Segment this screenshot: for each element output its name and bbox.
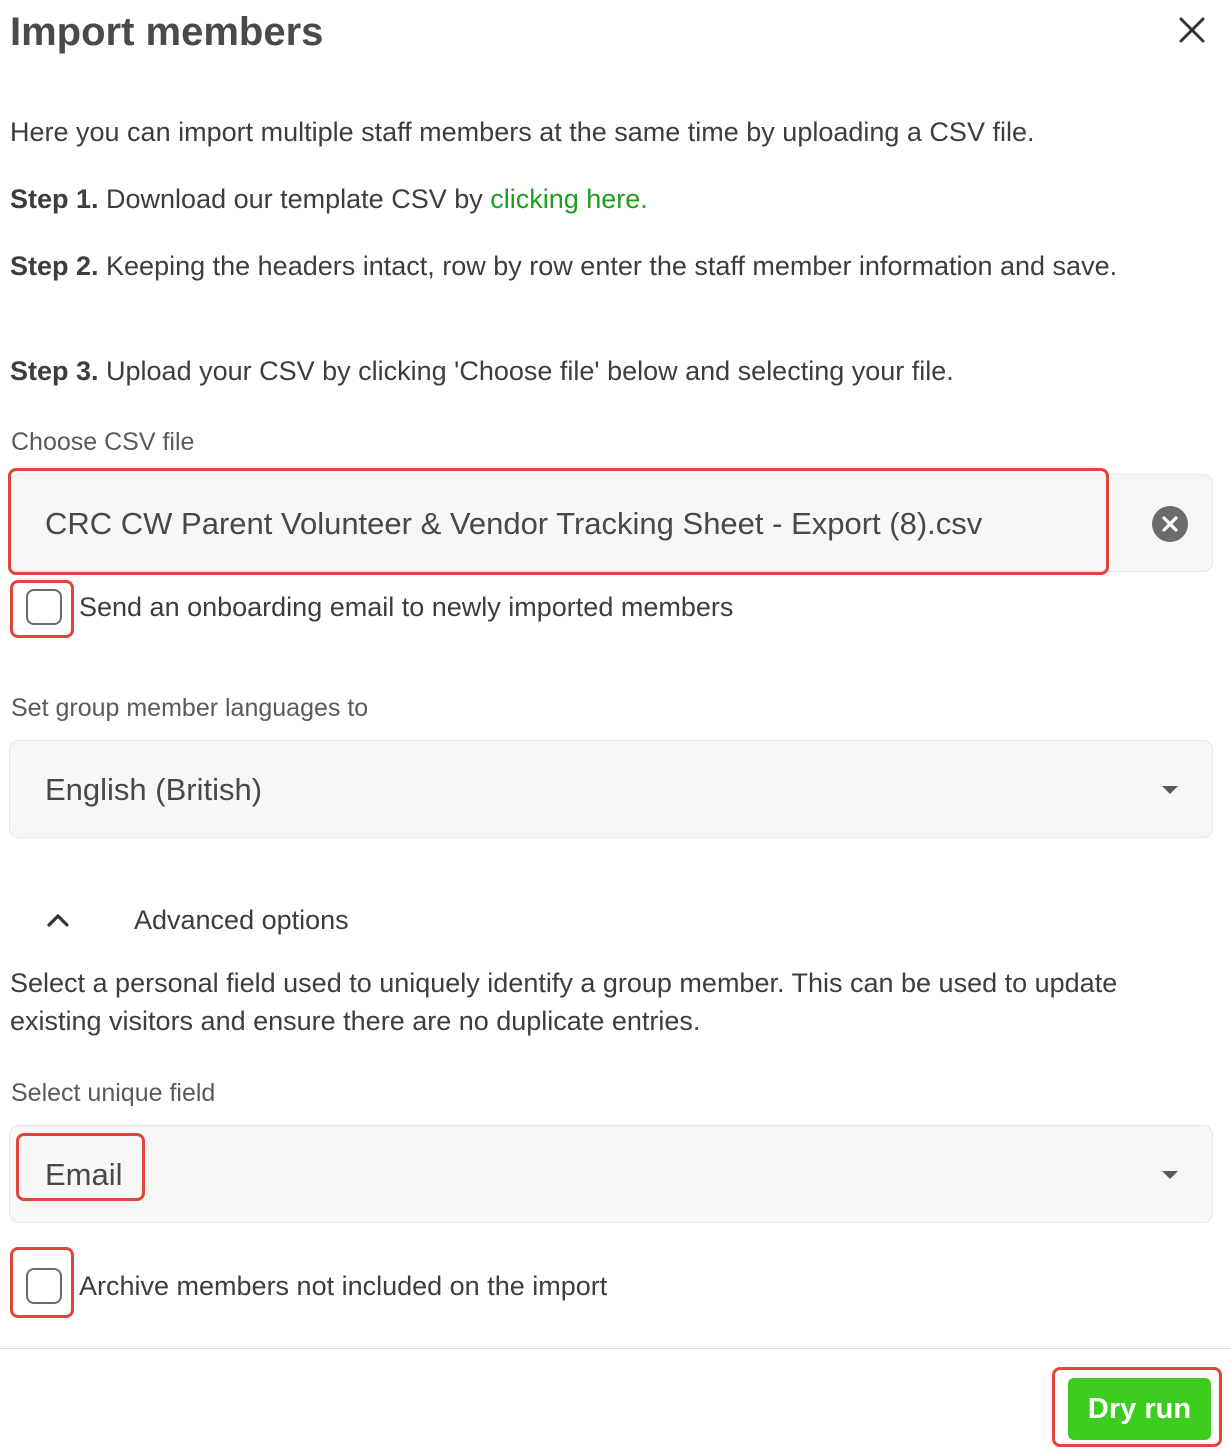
unique-field-description: Select a personal field used to uniquely… xyxy=(10,968,1118,1036)
step-1: Step 1. Download our template CSV by cli… xyxy=(10,180,1190,218)
caret-down-icon xyxy=(1162,786,1178,794)
advanced-options-label: Advanced options xyxy=(134,905,349,935)
language-label: Set group member languages to xyxy=(11,694,369,722)
dry-run-button[interactable]: Dry run xyxy=(1068,1378,1211,1440)
footer-divider xyxy=(0,1348,1230,1349)
unique-field-select[interactable]: Email xyxy=(9,1125,1213,1223)
archive-members-checkbox[interactable] xyxy=(26,1268,62,1304)
step-2: Step 2. Keeping the headers intact, row … xyxy=(10,247,1190,285)
dialog-title: Import members xyxy=(10,10,324,54)
language-select[interactable]: English (British) xyxy=(9,740,1213,838)
language-selected-value: English (British) xyxy=(45,772,263,807)
unique-field-label: Select unique field xyxy=(11,1079,216,1107)
csv-file-input[interactable]: CRC CW Parent Volunteer & Vendor Trackin… xyxy=(9,474,1213,572)
close-icon xyxy=(1179,17,1205,43)
step-3-prefix: Step 3. xyxy=(10,356,99,386)
step-1-text: Download our template CSV by xyxy=(98,184,491,214)
csv-file-name: CRC CW Parent Volunteer & Vendor Trackin… xyxy=(45,506,983,541)
archive-members-label: Archive members not included on the impo… xyxy=(79,1271,608,1301)
step-3-text: Upload your CSV by clicking 'Choose file… xyxy=(98,356,954,386)
chevron-up-icon xyxy=(47,914,69,927)
onboarding-email-label: Send an onboarding email to newly import… xyxy=(79,592,734,622)
caret-down-icon xyxy=(1162,1171,1178,1179)
archive-option: Archive members not included on the impo… xyxy=(26,1268,607,1304)
advanced-options-toggle[interactable]: Advanced options xyxy=(44,900,349,940)
onboarding-email-option: Send an onboarding email to newly import… xyxy=(26,589,733,625)
csv-file-label: Choose CSV file xyxy=(11,428,195,456)
step-2-prefix: Step 2. xyxy=(10,251,99,281)
clear-circle-icon[interactable] xyxy=(1152,506,1188,542)
unique-field-selected-value: Email xyxy=(45,1157,123,1192)
intro-text: Here you can import multiple staff membe… xyxy=(10,117,1035,147)
template-download-link[interactable]: clicking here. xyxy=(490,184,648,214)
step-3: Step 3. Upload your CSV by clicking 'Cho… xyxy=(10,352,1190,390)
close-button[interactable] xyxy=(1172,10,1212,50)
onboarding-email-checkbox[interactable] xyxy=(26,589,62,625)
step-1-prefix: Step 1. xyxy=(10,184,99,214)
step-2-text: Keeping the headers intact, row by row e… xyxy=(98,251,1118,281)
